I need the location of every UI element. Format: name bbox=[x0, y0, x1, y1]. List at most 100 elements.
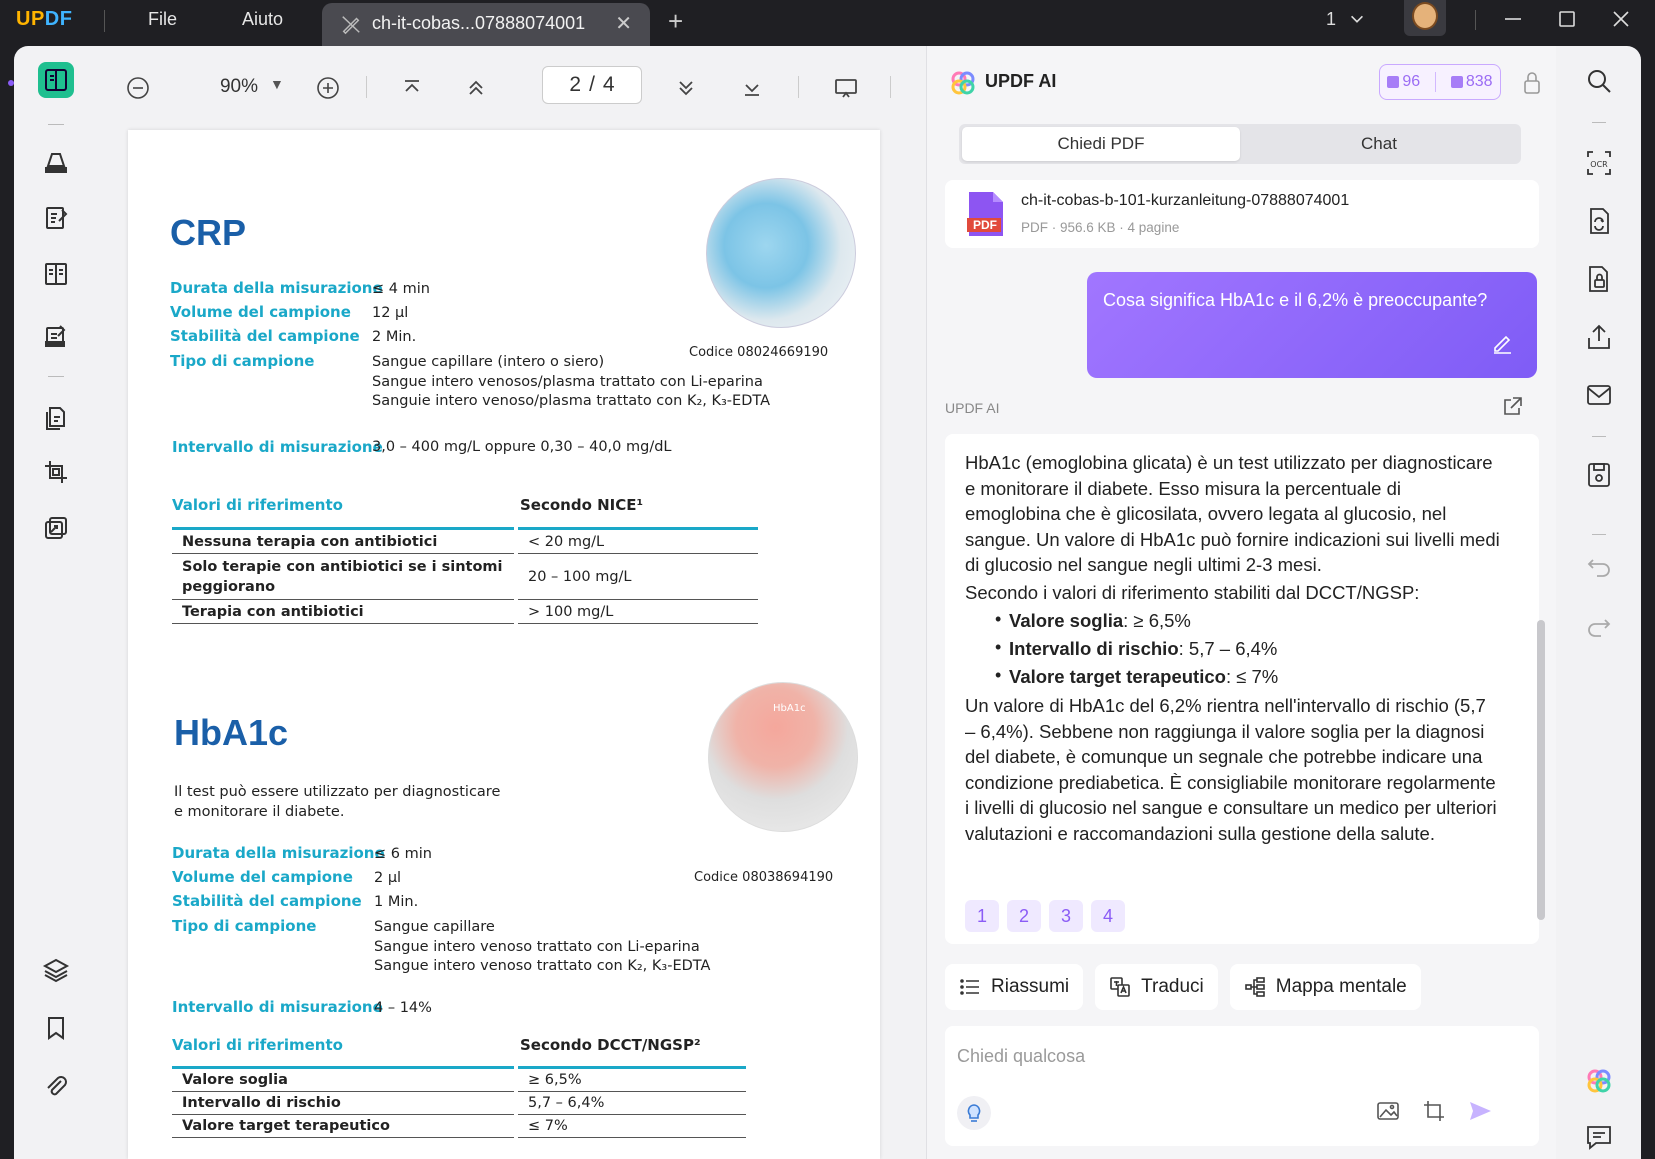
next-page-button[interactable] bbox=[668, 70, 704, 106]
menu-file[interactable]: File bbox=[148, 9, 177, 30]
spec-value: ≤ 6 min bbox=[374, 846, 432, 862]
pdf-page: CRP Codice 08024669190 Durata della misu… bbox=[128, 130, 880, 1159]
updf-ai-icon[interactable] bbox=[1584, 1066, 1614, 1096]
divider bbox=[1592, 436, 1606, 437]
close-icon[interactable] bbox=[1610, 8, 1632, 30]
spec-value: Sangue capillare (intero o siero) bbox=[372, 354, 605, 370]
hba1c-code: Codice 08038694190 bbox=[694, 870, 834, 885]
form-icon[interactable] bbox=[38, 318, 74, 354]
current-page[interactable]: 2 bbox=[569, 73, 581, 97]
page-ref-1[interactable]: 1 bbox=[965, 900, 999, 932]
spec-value: Sanguie intero venoso/plasma trattato co… bbox=[372, 393, 771, 409]
ref-row-value: ≤ 7% bbox=[518, 1115, 746, 1138]
maximize-icon[interactable] bbox=[1556, 8, 1578, 30]
image-icon[interactable] bbox=[1375, 1098, 1401, 1124]
summarize-button[interactable]: Riassumi bbox=[945, 964, 1084, 1010]
translate-button[interactable]: Traduci bbox=[1095, 964, 1218, 1010]
crop-icon[interactable] bbox=[38, 454, 74, 490]
first-page-button[interactable] bbox=[394, 70, 430, 106]
ref-table-labels: Valore soglia Intervallo di rischio Valo… bbox=[172, 1066, 514, 1138]
last-page-button[interactable] bbox=[734, 70, 770, 106]
reader-icon[interactable] bbox=[38, 62, 74, 98]
tab-chat[interactable]: Chat bbox=[1240, 127, 1518, 161]
page-ref-3[interactable]: 3 bbox=[1049, 900, 1083, 932]
divider bbox=[48, 124, 64, 125]
tab-close-button[interactable]: ✕ bbox=[615, 11, 632, 36]
ref-row-label: Valore target terapeutico bbox=[172, 1115, 514, 1138]
ref-row-label: Nessuna terapia con antibiotici bbox=[172, 530, 514, 554]
crp-title: CRP bbox=[170, 212, 247, 253]
quota-chat: 838 bbox=[1450, 73, 1493, 91]
ref-row-label: Valore soglia bbox=[172, 1069, 514, 1092]
first-page-icon bbox=[405, 80, 419, 92]
divider bbox=[104, 10, 105, 32]
send-icon[interactable] bbox=[1467, 1098, 1493, 1124]
external-link-icon[interactable] bbox=[1501, 396, 1523, 418]
page-ref-2[interactable]: 2 bbox=[1007, 900, 1041, 932]
share-icon[interactable] bbox=[1584, 322, 1614, 352]
divider bbox=[1592, 122, 1606, 123]
redo-icon[interactable] bbox=[1584, 610, 1614, 640]
undo-icon[interactable] bbox=[1584, 550, 1614, 580]
convert-file-icon[interactable] bbox=[1584, 206, 1614, 236]
mail-icon[interactable] bbox=[1584, 380, 1614, 410]
edit-pdf-icon[interactable] bbox=[38, 200, 74, 236]
mindmap-button[interactable]: Mappa mentale bbox=[1229, 964, 1421, 1010]
spec-value: Sangue intero venosos/plasma trattato co… bbox=[372, 374, 763, 390]
interval-label: Intervallo di misurazione bbox=[172, 998, 383, 1016]
prompt-ideas-button[interactable] bbox=[957, 1096, 991, 1130]
save-icon[interactable] bbox=[1584, 460, 1614, 490]
total-pages: 4 bbox=[602, 73, 615, 96]
page-separator: / bbox=[589, 73, 595, 96]
slideshow-button[interactable] bbox=[828, 70, 864, 106]
page-indicator[interactable]: 2 / 4 bbox=[542, 66, 642, 104]
user-message-bubble: Cosa significa HbA1c e il 6,2% è preoccu… bbox=[1087, 272, 1537, 378]
spec-value: ≤ 4 min bbox=[372, 281, 430, 297]
tab-ask-pdf[interactable]: Chiedi PDF bbox=[962, 127, 1240, 161]
spec-value: Sangue intero venoso trattato con K₂, K₃… bbox=[374, 958, 711, 974]
answer-paragraph: Un valore di HbA1c del 6,2% rientra nell… bbox=[965, 695, 1497, 844]
ref-table-values: ≥ 6,5% 5,7 – 6,4% ≤ 7% bbox=[518, 1066, 746, 1138]
spec-label: Tipo di campione bbox=[170, 352, 315, 370]
convert-icon[interactable] bbox=[38, 510, 74, 546]
bookmark-icon[interactable] bbox=[38, 1010, 74, 1046]
ask-input[interactable] bbox=[957, 1036, 1517, 1076]
chat-scrollbar[interactable] bbox=[1537, 620, 1545, 920]
protect-icon[interactable] bbox=[1584, 264, 1614, 294]
menu-help[interactable]: Aiuto bbox=[242, 9, 283, 30]
edit-icon[interactable] bbox=[1491, 332, 1513, 354]
zoom-out-button[interactable] bbox=[120, 70, 156, 106]
pages-icon[interactable] bbox=[38, 400, 74, 436]
spec-value: Sangue intero venoso trattato con Li-epa… bbox=[374, 939, 700, 955]
ai-quota-badge[interactable]: 96 838 bbox=[1379, 64, 1501, 100]
layers-icon[interactable] bbox=[38, 952, 74, 988]
zoom-level[interactable]: 90% bbox=[198, 76, 258, 98]
chevron-down-icon[interactable] bbox=[1348, 10, 1366, 28]
ref-row-value: 5,7 – 6,4% bbox=[518, 1092, 746, 1115]
file-name: ch-it-cobas-b-101-kurzanleitung-07888074… bbox=[1021, 192, 1350, 209]
file-card[interactable]: PDF ch-it-cobas-b-101-kurzanleitung-0788… bbox=[945, 180, 1539, 248]
search-icon[interactable] bbox=[1584, 66, 1614, 96]
list-item: Valore target terapeutico: ≤ 7% bbox=[995, 661, 1501, 691]
chat-icon bbox=[1450, 76, 1463, 88]
zoom-in-button[interactable] bbox=[310, 70, 346, 106]
lightbulb-icon bbox=[967, 1104, 981, 1122]
document-tab[interactable]: ch-it-cobas...07888074001 ✕ bbox=[322, 3, 650, 46]
new-tab-button[interactable]: + bbox=[668, 6, 683, 37]
ocr-icon[interactable]: OCR bbox=[1584, 148, 1614, 178]
previous-page-button[interactable] bbox=[458, 70, 494, 106]
page-ref-4[interactable]: 4 bbox=[1091, 900, 1125, 932]
attachment-icon[interactable] bbox=[38, 1068, 74, 1104]
organize-icon[interactable] bbox=[38, 256, 74, 292]
lock-icon[interactable] bbox=[1521, 70, 1543, 96]
minimize-icon[interactable] bbox=[1502, 8, 1524, 30]
screenshot-crop-icon[interactable] bbox=[1421, 1098, 1447, 1124]
window-count[interactable]: 1 bbox=[1326, 9, 1336, 30]
comments-icon[interactable] bbox=[1584, 1122, 1614, 1152]
right-toolbar: OCR bbox=[1556, 46, 1641, 1159]
zoom-dropdown-icon[interactable]: ▼ bbox=[270, 76, 284, 92]
ref-row-value: ≥ 6,5% bbox=[518, 1069, 746, 1092]
comment-highlight-icon[interactable] bbox=[38, 144, 74, 180]
title-bar: UPDF File Aiuto ch-it-cobas...0788807400… bbox=[0, 0, 1655, 46]
avatar[interactable] bbox=[1404, 0, 1446, 36]
